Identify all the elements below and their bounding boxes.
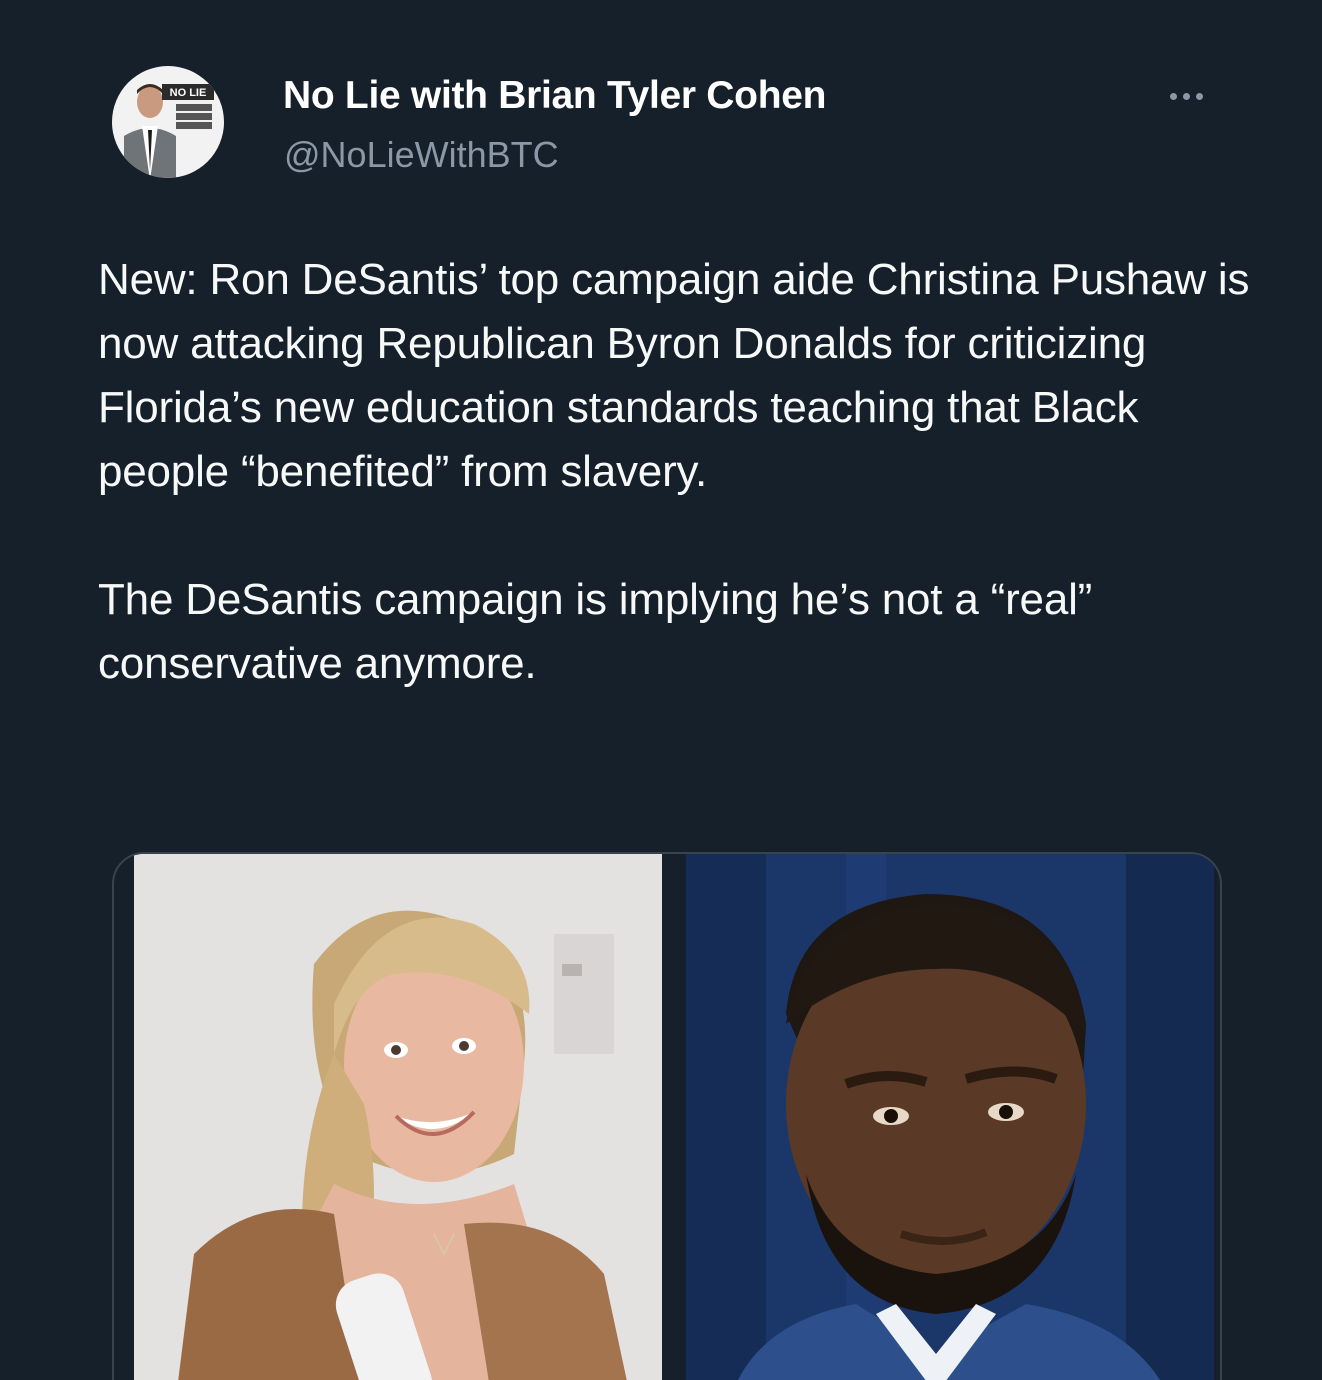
author-display-name[interactable]: No Lie with Brian Tyler Cohen [283,74,826,118]
author-avatar[interactable]: NO LIE [112,66,224,178]
author-handle[interactable]: @NoLieWithBTC [284,134,559,176]
tweet-paragraph: The DeSantis campaign is implying he’s n… [98,575,1093,688]
more-dot [1195,92,1203,100]
media-grid[interactable] [112,852,1222,1380]
media-photo-right[interactable] [686,854,1214,1380]
tweet-paragraph: New: Ron DeSantis’ top campaign aide Chr… [98,255,1250,496]
more-dot [1182,92,1190,100]
tweet-text: New: Ron DeSantis’ top campaign aide Chr… [98,248,1258,696]
svg-text:NO LIE: NO LIE [170,87,207,99]
woman-photo [134,854,662,1380]
man-photo [686,854,1214,1380]
media-photo-left[interactable] [134,854,662,1380]
more-options-icon[interactable] [1158,82,1214,110]
tweet[interactable]: NO LIE No Lie with Brian Tyler Cohen @No… [0,0,1322,1380]
more-dot [1169,92,1177,100]
no-lie-logo-icon: NO LIE [162,84,214,129]
